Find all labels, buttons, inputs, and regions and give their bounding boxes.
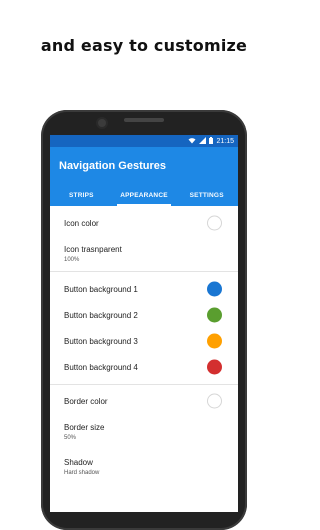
- button-background-section: Button background 1 Button background 2 …: [50, 276, 238, 385]
- border-color-row[interactable]: Border color: [50, 388, 238, 414]
- icon-color-label: Icon color: [64, 218, 99, 228]
- button-background-4-label: Button background 4: [64, 362, 138, 372]
- button-background-3-row[interactable]: Button background 3: [50, 328, 238, 354]
- signal-icon: [199, 136, 207, 146]
- border-color-label: Border color: [64, 396, 108, 406]
- status-time: 21:15: [216, 137, 234, 145]
- border-size-row[interactable]: Border size 50%: [50, 414, 238, 449]
- button-background-1-label: Button background 1: [64, 284, 138, 294]
- icon-section: Icon color Icon trasnparent 100%: [50, 210, 238, 272]
- shadow-row[interactable]: Shadow Hard shadow: [50, 449, 238, 484]
- status-bar: 21:15: [50, 135, 238, 147]
- button-background-4-swatch: [207, 359, 222, 375]
- icon-transparent-label: Icon trasnparent: [64, 244, 122, 254]
- button-background-1-swatch: [207, 281, 222, 297]
- icon-transparent-row[interactable]: Icon trasnparent 100%: [50, 236, 238, 271]
- tab-bar: STRIPS APPEARANCE SETTINGS: [50, 184, 238, 206]
- icon-transparent-value: 100%: [64, 256, 80, 263]
- phone-camera: [98, 119, 106, 127]
- shadow-label: Shadow: [64, 457, 93, 467]
- button-background-2-swatch: [207, 307, 222, 323]
- tab-settings[interactable]: SETTINGS: [175, 184, 238, 206]
- phone-speaker: [124, 118, 164, 122]
- button-background-4-row[interactable]: Button background 4: [50, 354, 238, 380]
- border-size-label: Border size: [64, 422, 105, 432]
- app-title: Navigation Gestures: [59, 159, 166, 172]
- button-background-1-row[interactable]: Button background 1: [50, 276, 238, 302]
- app-bar: Navigation Gestures: [50, 147, 238, 184]
- settings-list: Icon color Icon trasnparent 100% Button …: [50, 206, 238, 484]
- icon-color-row[interactable]: Icon color: [50, 210, 238, 236]
- wifi-icon: [188, 137, 196, 146]
- button-background-3-label: Button background 3: [64, 336, 138, 346]
- tab-strips[interactable]: STRIPS: [50, 184, 113, 206]
- button-background-2-row[interactable]: Button background 2: [50, 302, 238, 328]
- button-background-3-swatch: [207, 333, 222, 349]
- border-section: Border color Border size 50% Shadow Hard…: [50, 388, 238, 484]
- tab-appearance[interactable]: APPEARANCE: [113, 184, 176, 206]
- border-size-value: 50%: [64, 434, 77, 441]
- button-background-2-label: Button background 2: [64, 310, 138, 320]
- battery-icon: [209, 136, 214, 146]
- headline: and easy to customize: [40, 36, 248, 55]
- shadow-value: Hard shadow: [64, 469, 100, 476]
- border-color-swatch: [207, 393, 222, 409]
- screen: 21:15 Navigation Gestures STRIPS APPEARA…: [50, 135, 238, 512]
- icon-color-swatch: [207, 215, 222, 231]
